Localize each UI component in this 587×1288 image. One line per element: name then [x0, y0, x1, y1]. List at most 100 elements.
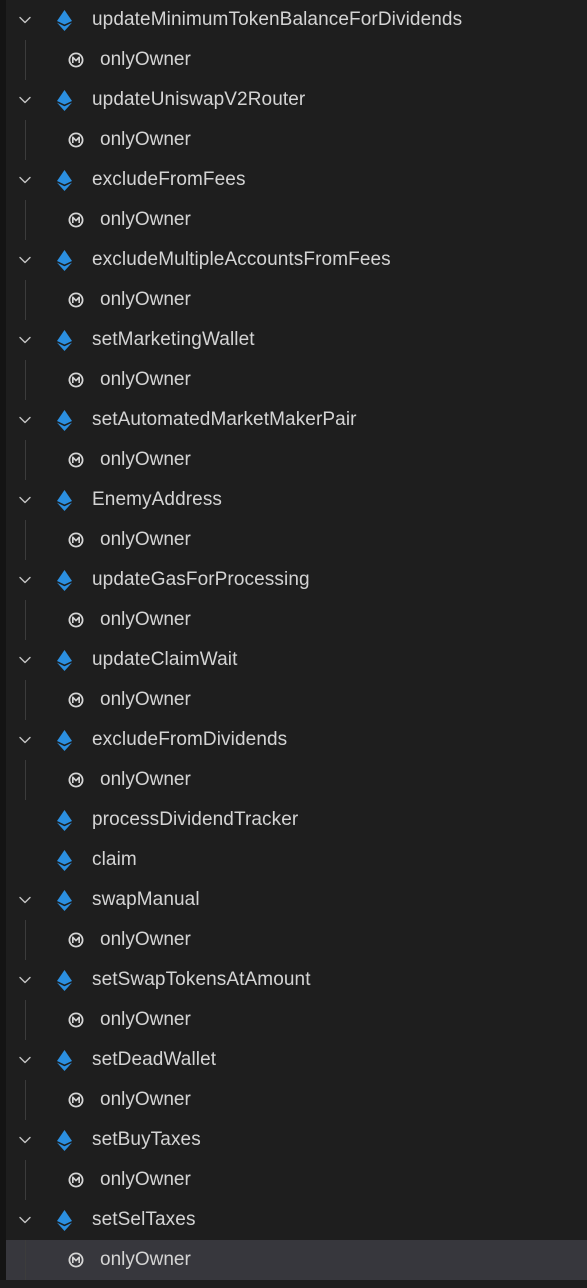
outline-function-item[interactable]: claim — [0, 840, 587, 880]
modifier-name-label: onlyOwner — [100, 49, 191, 70]
ethereum-diamond-icon — [57, 490, 72, 511]
chevron-down-icon[interactable] — [18, 1133, 32, 1147]
outline-function-item[interactable]: swapManual — [0, 880, 587, 920]
function-name-label: updateMinimumTokenBalanceForDividends — [92, 9, 463, 30]
tree-left-strip — [0, 240, 6, 280]
tree-left-strip — [0, 320, 6, 360]
outline-function-item[interactable]: updateUniswapV2Router — [0, 80, 587, 120]
outline-function-item[interactable]: setDeadWallet — [0, 1040, 587, 1080]
tree-left-strip — [0, 800, 6, 840]
function-name-label: setDeadWallet — [92, 1049, 217, 1070]
outline-function-item[interactable]: excludeMultipleAccountsFromFees — [0, 240, 587, 280]
outline-modifier-item[interactable]: onlyOwner — [0, 360, 587, 400]
outline-modifier-item[interactable]: onlyOwner — [0, 920, 587, 960]
outline-modifier-item[interactable]: onlyOwner — [0, 440, 587, 480]
outline-modifier-item[interactable]: onlyOwner — [0, 520, 587, 560]
tree-left-strip — [0, 280, 6, 320]
indent-guide — [25, 1240, 26, 1280]
tree-left-strip — [0, 160, 6, 200]
indent-guide — [25, 1080, 26, 1120]
indent-guide — [25, 760, 26, 800]
ethereum-diamond-icon — [57, 570, 72, 591]
chevron-down-icon[interactable] — [18, 93, 32, 107]
indent-guide — [25, 440, 26, 480]
outline-function-item[interactable]: excludeFromDividends — [0, 720, 587, 760]
outline-function-item[interactable]: setBuyTaxes — [0, 1120, 587, 1160]
chevron-down-icon[interactable] — [18, 973, 32, 987]
chevron-down-icon[interactable] — [18, 13, 32, 27]
function-name-label: updateClaimWait — [92, 649, 238, 670]
ethereum-diamond-icon — [57, 410, 72, 431]
outline-tree: updateMinimumTokenBalanceForDividends onl… — [0, 0, 587, 1288]
chevron-down-icon[interactable] — [18, 1213, 32, 1227]
tree-left-strip — [0, 600, 6, 640]
chevron-down-icon[interactable] — [18, 1053, 32, 1067]
modifier-name-label: onlyOwner — [100, 1009, 191, 1030]
modifier-name-label: onlyOwner — [100, 689, 191, 710]
tree-left-strip — [0, 680, 6, 720]
tree-left-strip — [0, 560, 6, 600]
chevron-down-icon[interactable] — [18, 333, 32, 347]
outline-modifier-item[interactable]: onlyOwner — [0, 200, 587, 240]
outline-modifier-item-selected[interactable]: onlyOwner — [0, 1240, 587, 1280]
ethereum-diamond-icon — [57, 250, 72, 271]
tree-left-strip — [0, 0, 6, 40]
tree-left-strip — [0, 880, 6, 920]
chevron-down-icon[interactable] — [18, 173, 32, 187]
tree-left-strip — [0, 920, 6, 960]
modifier-m-icon — [68, 292, 84, 308]
modifier-name-label: onlyOwner — [100, 1169, 191, 1190]
outline-function-item[interactable]: setAutomatedMarketMakerPair — [0, 400, 587, 440]
modifier-m-icon — [68, 932, 84, 948]
outline-modifier-item[interactable]: onlyOwner — [0, 40, 587, 80]
ethereum-diamond-icon — [57, 10, 72, 31]
indent-guide — [25, 360, 26, 400]
outline-function-item[interactable]: setSelTaxes — [0, 1200, 587, 1240]
function-name-label: swapManual — [92, 889, 200, 910]
modifier-m-icon — [68, 1012, 84, 1028]
tree-left-strip — [0, 840, 6, 880]
ethereum-diamond-icon — [57, 1130, 72, 1151]
chevron-down-icon[interactable] — [18, 493, 32, 507]
chevron-down-icon[interactable] — [18, 413, 32, 427]
indent-guide — [25, 680, 26, 720]
outline-modifier-item[interactable]: onlyOwner — [0, 600, 587, 640]
tree-left-strip — [0, 1080, 6, 1120]
outline-modifier-item[interactable]: onlyOwner — [0, 1160, 587, 1200]
chevron-down-icon[interactable] — [18, 573, 32, 587]
outline-function-item[interactable]: excludeFromFees — [0, 160, 587, 200]
modifier-m-icon — [68, 1092, 84, 1108]
outline-function-item[interactable]: processDividendTracker — [0, 800, 587, 840]
tree-left-strip — [0, 1240, 6, 1280]
function-name-label: setMarketingWallet — [92, 329, 255, 350]
function-name-label: updateGasForProcessing — [92, 569, 310, 590]
outline-modifier-item[interactable]: onlyOwner — [0, 1080, 587, 1120]
outline-modifier-item[interactable]: onlyOwner — [0, 280, 587, 320]
outline-function-item[interactable]: EnemyAddress — [0, 480, 587, 520]
modifier-m-icon — [68, 532, 84, 548]
chevron-down-icon[interactable] — [18, 653, 32, 667]
chevron-down-icon[interactable] — [18, 733, 32, 747]
outline-modifier-item[interactable]: onlyOwner — [0, 120, 587, 160]
ethereum-diamond-icon — [57, 1210, 72, 1231]
outline-modifier-item[interactable]: onlyOwner — [0, 680, 587, 720]
chevron-down-icon[interactable] — [18, 893, 32, 907]
outline-function-item[interactable]: updateClaimWait — [0, 640, 587, 680]
outline-function-item[interactable]: updateGasForProcessing — [0, 560, 587, 600]
modifier-name-label: onlyOwner — [100, 529, 191, 550]
tree-left-strip — [0, 640, 6, 680]
modifier-name-label: onlyOwner — [100, 1089, 191, 1110]
ethereum-diamond-icon — [57, 170, 72, 191]
tree-left-strip — [0, 200, 6, 240]
outline-modifier-item[interactable]: onlyOwner — [0, 1000, 587, 1040]
outline-modifier-item[interactable]: onlyOwner — [0, 760, 587, 800]
outline-function-item[interactable]: updateMinimumTokenBalanceForDividends — [0, 0, 587, 40]
modifier-m-icon — [68, 372, 84, 388]
tree-left-strip — [0, 760, 6, 800]
chevron-down-icon[interactable] — [18, 253, 32, 267]
indent-guide — [25, 280, 26, 320]
tree-left-strip — [0, 80, 6, 120]
outline-function-item[interactable]: setSwapTokensAtAmount — [0, 960, 587, 1000]
modifier-m-icon — [68, 452, 84, 468]
outline-function-item[interactable]: setMarketingWallet — [0, 320, 587, 360]
